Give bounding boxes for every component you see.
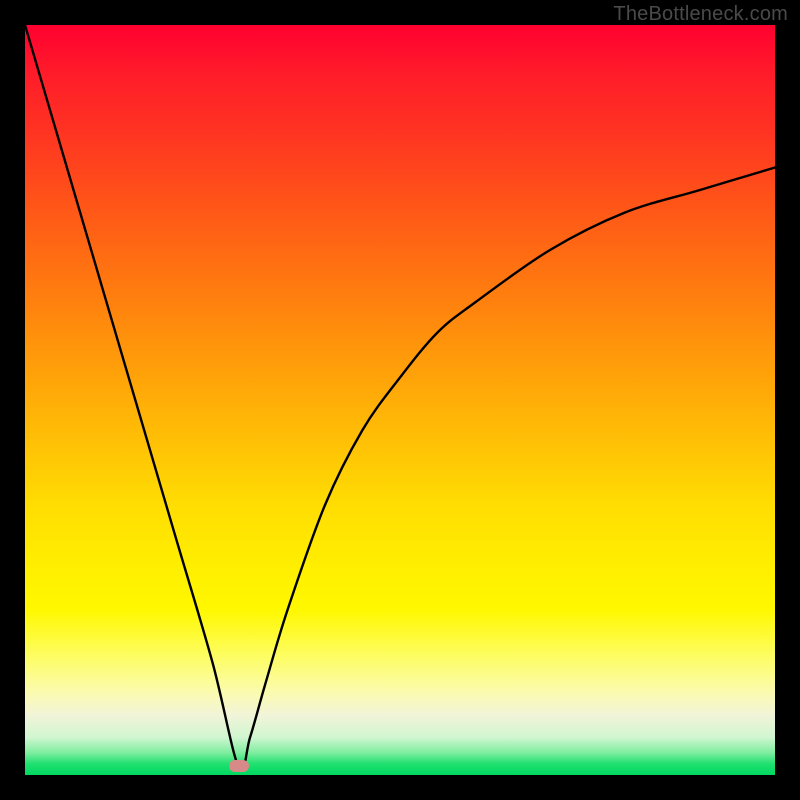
chart-frame: TheBottleneck.com [0, 0, 800, 800]
plot-area [25, 25, 775, 775]
bottleneck-curve [25, 25, 775, 771]
curve-svg [25, 25, 775, 775]
watermark-text: TheBottleneck.com [613, 3, 788, 26]
optimal-marker [229, 760, 249, 772]
